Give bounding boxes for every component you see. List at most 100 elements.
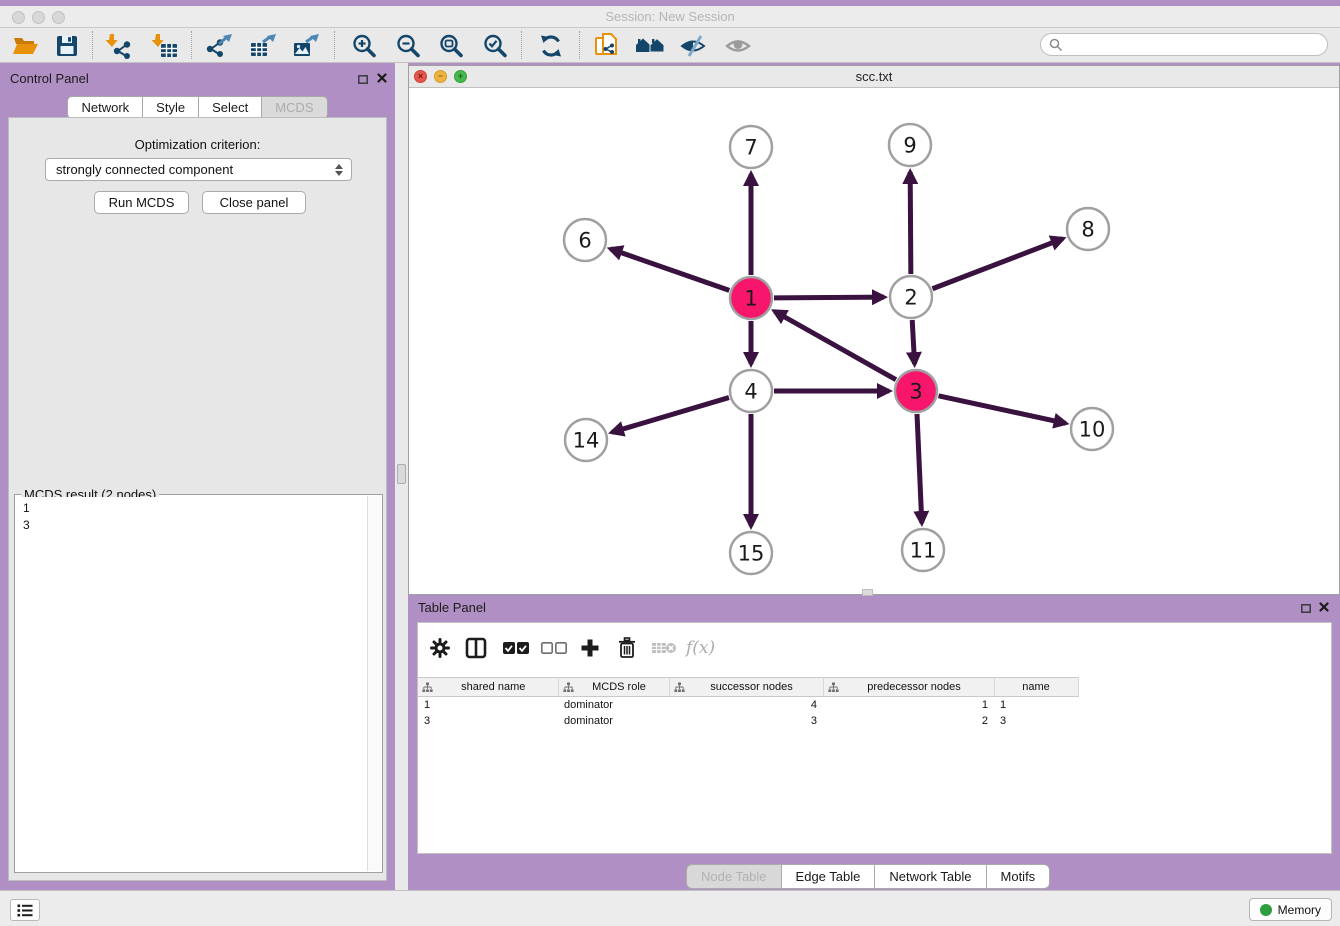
open-file-icon[interactable]	[10, 31, 40, 61]
svg-text:7: 7	[744, 135, 757, 159]
table-cell[interactable]: 2	[823, 713, 994, 729]
titlebar[interactable]: Session: New Session	[0, 6, 1340, 28]
zoom-fit-icon[interactable]	[436, 31, 466, 61]
tab-network[interactable]: Network	[67, 96, 143, 119]
table-cell[interactable]: 3	[669, 713, 823, 729]
graph-node-3[interactable]: 3	[895, 370, 937, 412]
control-panel-tabs: NetworkStyleSelectMCDS	[0, 96, 395, 119]
mcds-result-list[interactable]: 13	[17, 497, 366, 870]
table-cell[interactable]: 4	[669, 697, 823, 713]
import-network-icon[interactable]	[104, 31, 134, 61]
table-cell[interactable]: 1	[994, 697, 1078, 713]
table-cell[interactable]: dominator	[558, 713, 669, 729]
graph-edge-3-10[interactable]	[938, 396, 1065, 423]
tab-node-table[interactable]: Node Table	[686, 864, 782, 889]
close-panel-icon[interactable]	[375, 71, 389, 85]
float-panel-icon[interactable]	[356, 72, 370, 86]
network-canvas[interactable]: 7 9 6 8 1 2 4 3 14 10 15 11	[409, 88, 1339, 594]
save-session-icon[interactable]	[52, 31, 82, 61]
function-builder-icon[interactable]: f(x)	[686, 635, 715, 661]
network-window-titlebar[interactable]: × − + scc.txt	[409, 66, 1339, 88]
result-item[interactable]: 1	[23, 500, 360, 517]
graph-node-15[interactable]: 15	[730, 532, 772, 574]
graph-node-2[interactable]: 2	[890, 276, 932, 318]
memory-button[interactable]: Memory	[1249, 898, 1332, 921]
tab-network-table[interactable]: Network Table	[874, 864, 986, 889]
float-table-panel-icon[interactable]	[1299, 601, 1313, 615]
graph-edge-2-8[interactable]	[932, 239, 1062, 289]
column-settings-icon[interactable]	[430, 635, 450, 661]
search-input-wrap[interactable]	[1040, 33, 1328, 56]
graph-node-10[interactable]: 10	[1071, 408, 1113, 450]
delete-row-icon[interactable]	[617, 635, 637, 661]
network-view-window: × − + scc.txt 7 9 6 8 1 2 4 3 14 10 15 11	[408, 65, 1340, 595]
zoom-selected-icon[interactable]	[480, 31, 510, 61]
column-header-MCDS-role[interactable]: MCDS role	[558, 678, 669, 697]
table-cell[interactable]: 1	[823, 697, 994, 713]
deselect-all-icon[interactable]	[540, 635, 568, 661]
add-row-icon[interactable]	[580, 635, 600, 661]
zoom-in-icon[interactable]	[349, 31, 379, 61]
graph-node-4[interactable]: 4	[730, 370, 772, 412]
table-cell[interactable]: dominator	[558, 697, 669, 713]
svg-text:9: 9	[903, 133, 916, 157]
graph-edge-2-9[interactable]	[910, 172, 911, 274]
graph-node-8[interactable]: 8	[1067, 208, 1109, 250]
search-input[interactable]	[1069, 36, 1327, 54]
table-cell[interactable]: 3	[418, 713, 558, 729]
hide-selected-icon[interactable]	[679, 31, 709, 61]
graph-node-9[interactable]: 9	[889, 124, 931, 166]
tab-edge-table[interactable]: Edge Table	[781, 864, 876, 889]
close-table-panel-icon[interactable]	[1317, 600, 1331, 614]
run-mcds-button[interactable]: Run MCDS	[94, 191, 189, 214]
split-view-icon[interactable]	[465, 635, 487, 661]
graph-edge-3-11[interactable]	[917, 414, 922, 523]
select-all-icon[interactable]	[502, 635, 530, 661]
clone-network-icon[interactable]	[592, 31, 622, 61]
result-scrollbar[interactable]	[367, 496, 381, 871]
column-header-name[interactable]: name	[994, 678, 1078, 697]
import-table-icon[interactable]	[150, 31, 180, 61]
graph-node-6[interactable]: 6	[564, 219, 606, 261]
apply-layout-icon[interactable]	[536, 31, 566, 61]
graph-node-11[interactable]: 11	[902, 529, 944, 571]
graph-edge-3-1[interactable]	[775, 311, 896, 379]
show-all-icon[interactable]	[724, 31, 754, 61]
table-row[interactable]: 3dominator323	[418, 713, 1078, 729]
control-panel-title: Control Panel	[10, 71, 89, 86]
split-divider-handle[interactable]	[397, 464, 406, 484]
cytoscape-window: Session: New Session	[0, 0, 1340, 926]
task-history-button[interactable]	[10, 899, 40, 921]
node-table[interactable]: shared nameMCDS rolesuccessor nodesprede…	[418, 677, 1079, 729]
result-item[interactable]: 3	[23, 517, 360, 534]
graph-edge-1-2[interactable]	[774, 297, 884, 298]
export-network-icon[interactable]	[204, 31, 234, 61]
tab-style[interactable]: Style	[142, 96, 199, 119]
graph-edge-1-6[interactable]	[610, 249, 729, 291]
export-table-icon[interactable]	[248, 31, 278, 61]
table-row[interactable]: 1dominator411	[418, 697, 1078, 713]
tab-motifs[interactable]: Motifs	[986, 864, 1051, 889]
criterion-dropdown[interactable]: strongly connected component	[45, 158, 352, 181]
graph-node-14[interactable]: 14	[565, 419, 607, 461]
table-cell[interactable]: 3	[994, 713, 1078, 729]
export-image-icon[interactable]	[291, 31, 321, 61]
status-bar: Memory	[0, 890, 1340, 926]
delete-table-icon[interactable]	[651, 635, 677, 661]
horizontal-divider-handle[interactable]	[862, 589, 873, 596]
toolbar-separator	[191, 31, 192, 59]
home-view-icon[interactable]	[635, 31, 665, 61]
graph-node-7[interactable]: 7	[730, 126, 772, 168]
column-header-predecessor-nodes[interactable]: predecessor nodes	[823, 678, 994, 697]
svg-text:8: 8	[1081, 217, 1094, 241]
zoom-out-icon[interactable]	[393, 31, 423, 61]
table-cell[interactable]: 1	[418, 697, 558, 713]
tab-mcds[interactable]: MCDS	[261, 96, 327, 119]
tab-select[interactable]: Select	[198, 96, 262, 119]
graph-edge-4-14[interactable]	[612, 398, 729, 433]
column-header-successor-nodes[interactable]: successor nodes	[669, 678, 823, 697]
close-panel-button[interactable]: Close panel	[202, 191, 306, 214]
graph-edge-2-3[interactable]	[912, 320, 914, 364]
graph-node-1[interactable]: 1	[730, 277, 772, 319]
column-header-shared-name[interactable]: shared name	[418, 678, 558, 697]
